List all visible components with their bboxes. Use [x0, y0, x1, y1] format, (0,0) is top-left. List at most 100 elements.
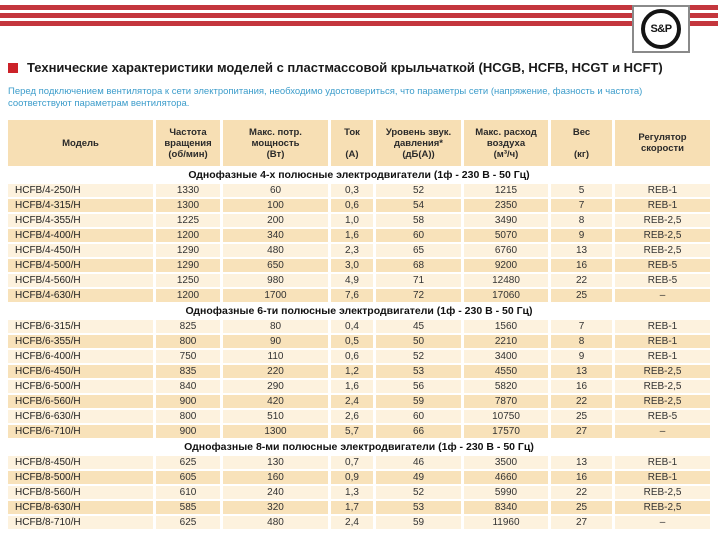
model-cell: HCFB/4-315/H [8, 199, 156, 212]
value-cell: 13 [551, 365, 615, 378]
value-cell: 16 [551, 380, 615, 393]
value-cell: REB-1 [615, 456, 710, 469]
value-cell: REB-1 [615, 350, 710, 363]
section-header: Однофазные 4-х полюсные электродвигатели… [8, 168, 710, 182]
red-stripe [0, 5, 718, 10]
value-cell: REB-2,5 [615, 229, 710, 242]
value-cell: 9200 [464, 259, 551, 272]
section-header: Однофазные 6-ти полюсные электродвигател… [8, 304, 710, 318]
value-cell: 11960 [464, 516, 551, 529]
value-cell: 4,9 [331, 274, 376, 287]
value-cell: 320 [223, 501, 331, 514]
value-cell: 9 [551, 229, 615, 242]
value-cell: 54 [376, 199, 464, 212]
table-row: HCFB/6-630/H8005102,6601075025REB-5 [8, 410, 710, 423]
value-cell: REB-2,5 [615, 501, 710, 514]
intro-note: Перед подключением вентилятора к сети эл… [8, 86, 708, 110]
value-cell: 71 [376, 274, 464, 287]
value-cell: 130 [223, 456, 331, 469]
value-cell: REB-1 [615, 184, 710, 197]
table-row: HCFB/4-450/H12904802,365676013REB-2,5 [8, 244, 710, 257]
value-cell: 0,9 [331, 471, 376, 484]
value-cell: 7 [551, 320, 615, 333]
table-row: HCFB/4-500/H12906503,068920016REB-5 [8, 259, 710, 272]
value-cell: 17570 [464, 425, 551, 438]
table-row: HCFB/8-710/H6254802,4591196027– [8, 516, 710, 529]
value-cell: REB-5 [615, 259, 710, 272]
red-stripe [0, 13, 718, 18]
value-cell: 4550 [464, 365, 551, 378]
column-header-controller: Регулятор скорости [615, 120, 710, 166]
value-cell: 160 [223, 471, 331, 484]
value-cell: – [615, 425, 710, 438]
value-cell: 2350 [464, 199, 551, 212]
value-cell: 980 [223, 274, 331, 287]
value-cell: REB-5 [615, 410, 710, 423]
table-row: HCFB/6-355/H800900,55022108REB-1 [8, 335, 710, 348]
value-cell: 50 [376, 335, 464, 348]
value-cell: – [615, 516, 710, 529]
logo-text: S&P [650, 23, 671, 35]
value-cell: 52 [376, 350, 464, 363]
value-cell: 6760 [464, 244, 551, 257]
top-stripes [0, 5, 718, 29]
value-cell: 900 [156, 425, 223, 438]
table-header-row: Модель Частота вращения (об/мин) Макс. п… [8, 120, 710, 166]
model-cell: HCFB/4-400/H [8, 229, 156, 242]
value-cell: 825 [156, 320, 223, 333]
value-cell: 2,3 [331, 244, 376, 257]
value-cell: 46 [376, 456, 464, 469]
value-cell: 340 [223, 229, 331, 242]
value-cell: REB-1 [615, 199, 710, 212]
value-cell: 1,7 [331, 501, 376, 514]
table-row: HCFB/8-630/H5853201,753834025REB-2,5 [8, 501, 710, 514]
model-cell: HCFB/6-630/H [8, 410, 156, 423]
value-cell: 1330 [156, 184, 223, 197]
value-cell: 480 [223, 244, 331, 257]
model-cell: HCFB/4-355/H [8, 214, 156, 227]
model-cell: HCFB/4-630/H [8, 289, 156, 302]
value-cell: 25 [551, 289, 615, 302]
value-cell: 1,6 [331, 380, 376, 393]
model-cell: HCFB/4-560/H [8, 274, 156, 287]
table-row: HCFB/6-450/H8352201,253455013REB-2,5 [8, 365, 710, 378]
table-row: HCFB/4-630/H120017007,6721706025– [8, 289, 710, 302]
value-cell: 585 [156, 501, 223, 514]
table-row: HCFB/4-400/H12003401,66050709REB-2,5 [8, 229, 710, 242]
red-stripe [0, 21, 718, 26]
value-cell: REB-2,5 [615, 244, 710, 257]
model-cell: HCFB/6-400/H [8, 350, 156, 363]
value-cell: 1,3 [331, 486, 376, 499]
value-cell: 2210 [464, 335, 551, 348]
value-cell: 3400 [464, 350, 551, 363]
value-cell: 800 [156, 335, 223, 348]
value-cell: 1300 [223, 425, 331, 438]
model-cell: HCFB/6-560/H [8, 395, 156, 408]
value-cell: 59 [376, 516, 464, 529]
value-cell: 58 [376, 214, 464, 227]
table-row: HCFB/8-560/H6102401,352599022REB-2,5 [8, 486, 710, 499]
value-cell: 0,4 [331, 320, 376, 333]
value-cell: 1225 [156, 214, 223, 227]
model-cell: HCFB/8-560/H [8, 486, 156, 499]
model-cell: HCFB/6-355/H [8, 335, 156, 348]
value-cell: 0,5 [331, 335, 376, 348]
value-cell: 60 [223, 184, 331, 197]
value-cell: 0,6 [331, 350, 376, 363]
value-cell: 27 [551, 425, 615, 438]
value-cell: 60 [376, 410, 464, 423]
value-cell: 3,0 [331, 259, 376, 272]
table-row: HCFB/4-355/H12252001,05834908REB-2,5 [8, 214, 710, 227]
value-cell: 2,4 [331, 395, 376, 408]
value-cell: 610 [156, 486, 223, 499]
table-row: HCFB/6-400/H7501100,65234009REB-1 [8, 350, 710, 363]
value-cell: 1700 [223, 289, 331, 302]
model-cell: HCFB/8-500/H [8, 471, 156, 484]
column-header-speed: Частота вращения (об/мин) [156, 120, 223, 166]
model-cell: HCFB/8-450/H [8, 456, 156, 469]
value-cell: 66 [376, 425, 464, 438]
model-cell: HCFB/6-315/H [8, 320, 156, 333]
column-header-noise: Уровень звук. давления* (дБ(А)) [376, 120, 464, 166]
table-row: HCFB/8-500/H6051600,949466016REB-1 [8, 471, 710, 484]
value-cell: 13 [551, 456, 615, 469]
